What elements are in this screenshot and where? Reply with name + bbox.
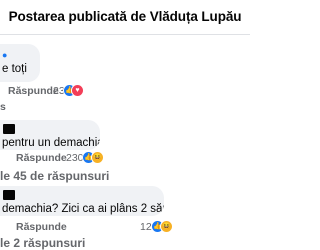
comment-author-name[interactable]: ● bbox=[0, 44, 40, 62]
love-reaction-icon[interactable]: ♥ bbox=[71, 84, 84, 97]
view-more-replies-link[interactable]: le 45 de răspunsuri bbox=[0, 169, 109, 183]
reply-button[interactable]: Răspunde bbox=[16, 152, 67, 164]
haha-reaction-icon[interactable]: 😆 bbox=[91, 151, 104, 164]
page-title: Postarea publicată de Vlăduța Lupău bbox=[8, 9, 242, 24]
reaction-count[interactable]: 12 bbox=[140, 221, 152, 233]
comment-bubble: pentru un demachiant? bbox=[0, 120, 100, 150]
reaction-count[interactable]: 230 bbox=[66, 152, 84, 164]
reply-button[interactable]: Răspunde bbox=[16, 221, 67, 233]
reply-button[interactable]: Răspunde bbox=[8, 85, 59, 97]
view-more-replies-link[interactable]: le 2 răspunsuri bbox=[0, 236, 85, 250]
comment-text: pentru un demachiant? bbox=[2, 137, 100, 149]
comment-text: e toți bbox=[2, 63, 27, 75]
comment-bubble: ● e toți bbox=[0, 44, 40, 82]
haha-reaction-icon[interactable]: 😆 bbox=[160, 220, 173, 233]
verified-icon: ● bbox=[2, 50, 8, 60]
comment-fragment: s bbox=[0, 101, 6, 113]
comment-author-name[interactable] bbox=[0, 120, 100, 136]
comment-text: demachia? Zici ca ai plâns 2 săptămâni 😂 bbox=[2, 203, 164, 215]
post-header: Postarea publicată de Vlăduța Lupău bbox=[0, 0, 250, 35]
redacted-name-block bbox=[3, 189, 15, 200]
comment-author-name[interactable] bbox=[0, 186, 164, 202]
redacted-name-block bbox=[3, 123, 15, 134]
comment-bubble: demachia? Zici ca ai plâns 2 săptămâni 😂 bbox=[0, 186, 164, 216]
